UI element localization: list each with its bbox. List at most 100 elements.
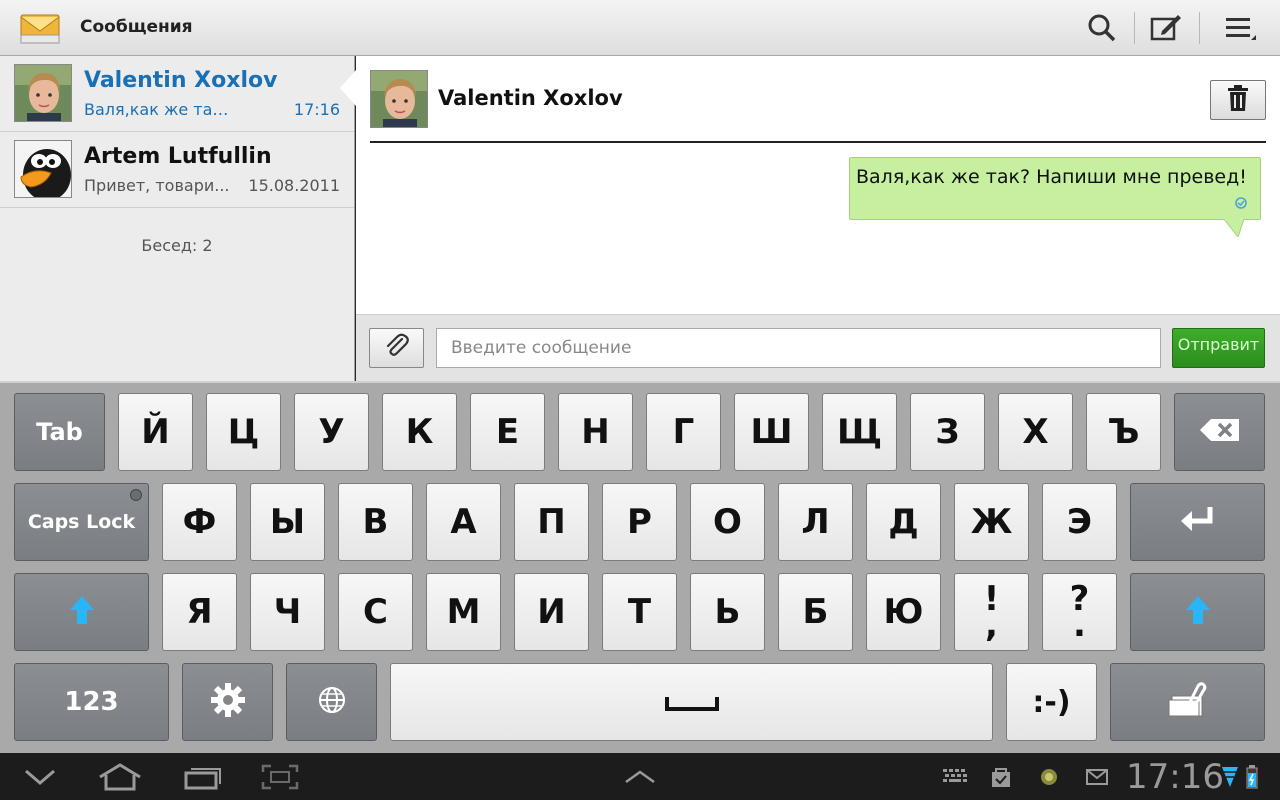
sent-message-bubble[interactable]: Валя,как же так? Напиши мне превед!: [849, 157, 1261, 220]
contact-name: Valentin Xoxlov: [84, 68, 278, 93]
shift-arrow-icon: [1185, 595, 1211, 630]
key-letter[interactable]: Ы: [250, 483, 325, 561]
keyboard-icon[interactable]: [942, 765, 968, 789]
gear-icon: [210, 682, 246, 723]
key-letter[interactable]: В: [338, 483, 413, 561]
recent-apps-icon[interactable]: [178, 759, 226, 795]
list-item[interactable]: Artem Lutfullin Привет, товари... 15.08.…: [0, 132, 354, 208]
clipboard-key[interactable]: [1110, 663, 1265, 741]
key-letter[interactable]: Ж: [954, 483, 1029, 561]
key-letter[interactable]: Й: [118, 393, 193, 471]
backspace-icon: [1199, 418, 1241, 447]
bubble-tail: [1224, 219, 1244, 237]
key-letter[interactable]: У: [294, 393, 369, 471]
key-letter[interactable]: Ъ: [1086, 393, 1161, 471]
space-key[interactable]: [390, 663, 993, 741]
shopping-bag-icon[interactable]: [988, 765, 1014, 789]
question-period-key[interactable]: ? .: [1042, 573, 1117, 651]
message-snippet: Валя,как же так? Нап...: [84, 100, 234, 119]
action-bar: Сообщения: [0, 0, 1280, 56]
on-screen-keyboard: Tab Й Ц У К Е Н Г Ш Щ З Х Ъ Caps Lock Ф …: [0, 381, 1280, 753]
key-letter[interactable]: Л: [778, 483, 853, 561]
key-letter[interactable]: Щ: [822, 393, 897, 471]
message-snippet: Привет, товари...: [84, 176, 230, 195]
key-letter[interactable]: А: [426, 483, 501, 561]
key-letter[interactable]: П: [514, 483, 589, 561]
divider: [370, 141, 1266, 143]
message-text: Валя,как же так? Напиши мне превед!: [856, 166, 1247, 188]
key-letter[interactable]: Х: [998, 393, 1073, 471]
backspace-key[interactable]: [1174, 393, 1265, 471]
wifi-icon[interactable]: [1220, 765, 1240, 789]
clock[interactable]: 17:16: [1126, 757, 1224, 797]
tab-key[interactable]: Tab: [14, 393, 105, 471]
compose-bar: Отправит: [356, 314, 1280, 381]
shift-arrow-icon: [69, 595, 95, 630]
send-button[interactable]: Отправит: [1172, 328, 1265, 368]
attach-button[interactable]: [369, 328, 424, 368]
key-letter[interactable]: Д: [866, 483, 941, 561]
caps-lock-label: Caps Lock: [27, 511, 136, 533]
menu-icon[interactable]: [1220, 8, 1260, 48]
key-letter[interactable]: Н: [558, 393, 633, 471]
shift-key-left[interactable]: [14, 573, 149, 651]
key-letter[interactable]: Ю: [866, 573, 941, 651]
thread-contact-name: Valentin Xoxlov: [438, 86, 623, 110]
battery-icon[interactable]: [1244, 765, 1260, 789]
home-icon[interactable]: [96, 759, 144, 795]
smiley-key[interactable]: :-): [1006, 663, 1097, 741]
trash-icon: [1226, 84, 1250, 116]
status-dot-icon[interactable]: [1036, 765, 1062, 789]
key-letter[interactable]: И: [514, 573, 589, 651]
key-letter[interactable]: Ф: [162, 483, 237, 561]
timestamp: 17:16: [293, 100, 340, 119]
back-icon[interactable]: [16, 759, 64, 795]
key-letter[interactable]: Ч: [250, 573, 325, 651]
timestamp: 15.08.2011: [248, 176, 340, 195]
conversation-count: Бесед: 2: [141, 236, 213, 255]
envelope-icon[interactable]: [20, 11, 60, 47]
numbers-key[interactable]: 123: [14, 663, 169, 741]
exclamation-comma-key[interactable]: ! ,: [954, 573, 1029, 651]
delivered-icon: [1234, 193, 1248, 209]
enter-key[interactable]: [1130, 483, 1265, 561]
shift-key-right[interactable]: [1130, 573, 1265, 651]
key-letter[interactable]: Я: [162, 573, 237, 651]
key-letter[interactable]: Ь: [690, 573, 765, 651]
key-letter[interactable]: С: [338, 573, 413, 651]
divider: [1199, 12, 1200, 44]
clipboard-icon: [1168, 681, 1208, 723]
chevron-up-icon[interactable]: [616, 759, 664, 795]
key-letter[interactable]: Ш: [734, 393, 809, 471]
key-letter[interactable]: Т: [602, 573, 677, 651]
caps-indicator: [130, 489, 142, 501]
gmail-icon[interactable]: [1084, 765, 1110, 789]
divider: [1134, 12, 1135, 44]
contact-name: Artem Lutfullin: [84, 144, 272, 169]
key-letter[interactable]: М: [426, 573, 501, 651]
delete-thread-button[interactable]: [1210, 80, 1266, 120]
globe-icon: [318, 686, 346, 719]
messaging-app: Сообщения Valentin Xoxlov Валя,как же та…: [0, 0, 1280, 800]
avatar: [14, 64, 72, 122]
key-letter[interactable]: Б: [778, 573, 853, 651]
avatar: [370, 70, 428, 128]
language-key[interactable]: [286, 663, 377, 741]
compose-icon[interactable]: [1146, 8, 1186, 48]
settings-key[interactable]: [182, 663, 273, 741]
key-letter[interactable]: О: [690, 483, 765, 561]
message-input[interactable]: [436, 328, 1161, 368]
conversation-list: Valentin Xoxlov Валя,как же так? Нап... …: [0, 56, 355, 381]
app-title: Сообщения: [80, 17, 193, 37]
key-letter[interactable]: Э: [1042, 483, 1117, 561]
key-letter[interactable]: З: [910, 393, 985, 471]
key-letter[interactable]: Ц: [206, 393, 281, 471]
key-letter[interactable]: Г: [646, 393, 721, 471]
screenshot-icon[interactable]: [256, 759, 304, 795]
key-letter[interactable]: Е: [470, 393, 545, 471]
caps-lock-key[interactable]: Caps Lock: [14, 483, 149, 561]
search-icon[interactable]: [1082, 8, 1122, 48]
list-item[interactable]: Valentin Xoxlov Валя,как же так? Нап... …: [0, 56, 354, 132]
key-letter[interactable]: К: [382, 393, 457, 471]
key-letter[interactable]: Р: [602, 483, 677, 561]
